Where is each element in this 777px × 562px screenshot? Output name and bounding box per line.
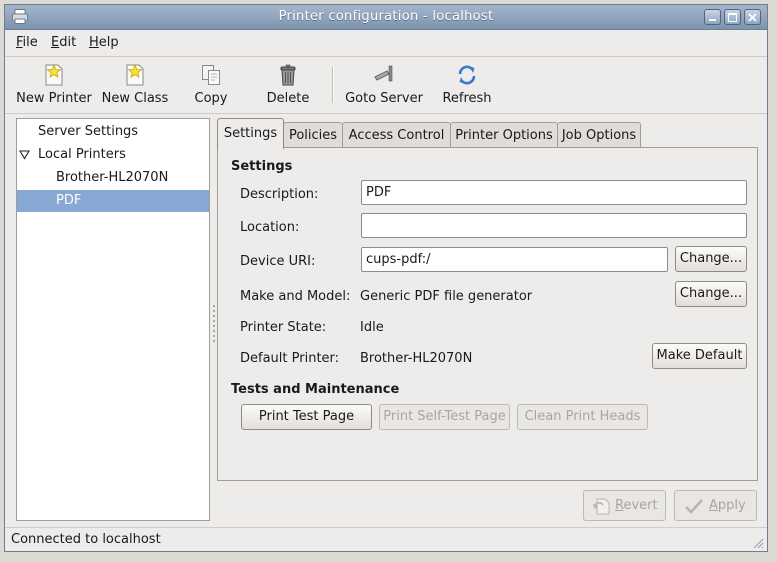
- tree-item-printer-brother[interactable]: Brother-HL2070N: [17, 167, 209, 189]
- printer-state-value: Idle: [360, 320, 384, 335]
- menu-file[interactable]: File: [16, 35, 38, 50]
- change-device-uri-button[interactable]: Change...: [675, 246, 747, 272]
- toolbar-separator: [332, 67, 334, 103]
- new-printer-button[interactable]: New Printer: [13, 63, 95, 111]
- print-test-page-button[interactable]: Print Test Page: [241, 404, 372, 430]
- tree-item-label: Server Settings: [38, 124, 139, 139]
- tab-printer-options[interactable]: Printer Options: [450, 122, 558, 148]
- tree-item-label: Brother-HL2070N: [56, 170, 169, 185]
- tree-item-label: Local Printers: [38, 147, 126, 162]
- new-class-icon: [126, 63, 144, 86]
- tests-heading: Tests and Maintenance: [231, 382, 400, 397]
- device-uri-label: Device URI:: [240, 254, 316, 269]
- new-printer-icon: [45, 63, 63, 86]
- resize-grip-icon[interactable]: [752, 537, 764, 549]
- copy-icon: [202, 65, 220, 85]
- description-label: Description:: [240, 187, 319, 202]
- apply-button[interactable]: Apply: [674, 490, 757, 521]
- delete-icon: [280, 64, 296, 86]
- status-bar: Connected to localhost: [5, 527, 767, 552]
- close-icon: [748, 13, 757, 22]
- pane-resize-handle[interactable]: [212, 305, 216, 345]
- device-uri-field[interactable]: [361, 247, 668, 272]
- tab-policies[interactable]: Policies: [283, 122, 343, 148]
- goto-server-label: Goto Server: [345, 91, 423, 106]
- copy-button[interactable]: Copy: [183, 63, 239, 111]
- status-text: Connected to localhost: [11, 532, 161, 547]
- default-printer-value: Brother-HL2070N: [360, 351, 473, 366]
- new-printer-label: New Printer: [16, 91, 92, 106]
- description-field[interactable]: [361, 180, 747, 205]
- print-self-test-page-button[interactable]: Print Self-Test Page: [379, 404, 510, 430]
- minimize-button[interactable]: [704, 9, 721, 25]
- make-default-button[interactable]: Make Default: [652, 343, 747, 369]
- default-printer-label: Default Printer:: [240, 351, 340, 366]
- maximize-button[interactable]: [724, 9, 741, 25]
- location-field[interactable]: [361, 213, 747, 238]
- tree-item-label: PDF: [56, 193, 82, 208]
- goto-server-icon: [374, 65, 393, 82]
- tab-job-options[interactable]: Job Options: [557, 122, 641, 148]
- refresh-button[interactable]: Refresh: [437, 63, 497, 111]
- tab-settings[interactable]: Settings: [217, 118, 284, 149]
- goto-server-button[interactable]: Goto Server: [342, 63, 426, 111]
- menu-edit[interactable]: Edit: [51, 35, 76, 50]
- printer-config-window: Printer configuration - localhost File E…: [4, 4, 768, 552]
- printer-state-label: Printer State:: [240, 320, 327, 335]
- menu-help[interactable]: Help: [89, 35, 119, 50]
- expander-down-icon[interactable]: [19, 150, 30, 160]
- delete-label: Delete: [266, 91, 310, 106]
- window-title: Printer configuration - localhost: [278, 9, 494, 24]
- clean-print-heads-button[interactable]: Clean Print Heads: [517, 404, 648, 430]
- checkmark-icon: [685, 499, 703, 514]
- copy-label: Copy: [194, 91, 228, 106]
- tree-item-printer-pdf[interactable]: PDF: [17, 190, 209, 212]
- menu-bar: File Edit Help: [5, 30, 767, 57]
- new-class-button[interactable]: New Class: [97, 63, 173, 111]
- maximize-icon: [728, 13, 737, 22]
- make-model-label: Make and Model:: [240, 289, 351, 304]
- refresh-label: Refresh: [442, 91, 492, 106]
- settings-panel: Settings Description: Location: Device U…: [217, 147, 758, 481]
- new-class-label: New Class: [101, 91, 169, 106]
- settings-heading: Settings: [231, 159, 293, 174]
- title-bar[interactable]: Printer configuration - localhost: [5, 5, 767, 30]
- revert-button[interactable]: Revert: [583, 490, 666, 521]
- delete-button[interactable]: Delete: [258, 63, 318, 111]
- tab-access-control[interactable]: Access Control: [342, 122, 451, 148]
- printer-tree: Server Settings Local Printers Brother-H…: [16, 118, 210, 521]
- make-model-value: Generic PDF file generator: [360, 289, 533, 304]
- refresh-icon: [458, 65, 476, 85]
- tree-item-local-printers[interactable]: Local Printers: [17, 144, 209, 166]
- close-button[interactable]: [744, 9, 761, 25]
- tree-item-server-settings[interactable]: Server Settings: [17, 121, 209, 143]
- location-label: Location:: [240, 220, 300, 235]
- change-make-model-button[interactable]: Change...: [675, 281, 747, 307]
- toolbar: New Printer New Class Copy Delete Goto S…: [5, 57, 767, 114]
- revert-icon: [593, 498, 610, 515]
- minimize-icon: [709, 19, 716, 21]
